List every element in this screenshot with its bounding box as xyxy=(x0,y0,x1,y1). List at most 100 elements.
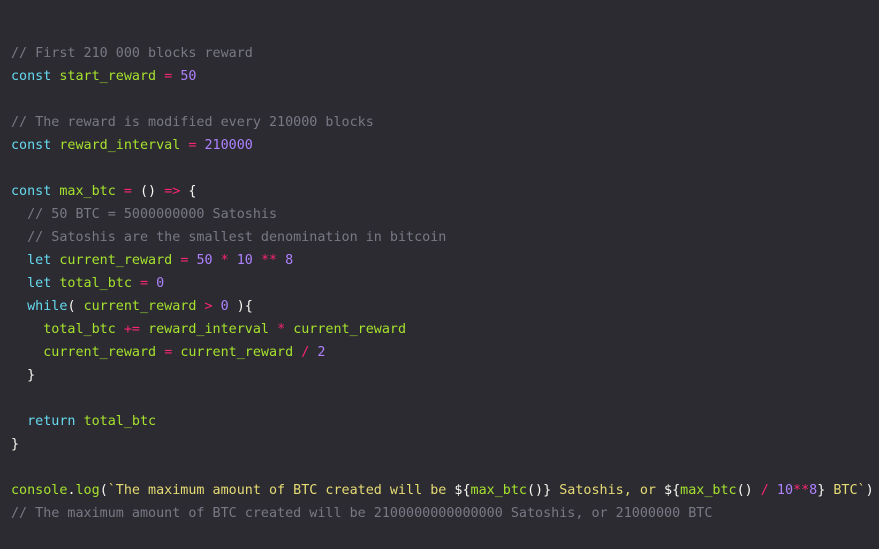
code-operator: += xyxy=(123,322,140,337)
code-identifier: current_reward xyxy=(83,299,197,314)
code-identifier: log xyxy=(75,483,100,498)
code-operator: ** xyxy=(793,483,810,498)
code-line: let current_reward = 50 * 10 ** 8 xyxy=(11,249,879,272)
code-string: BTC` xyxy=(825,483,866,498)
code-operator: = xyxy=(123,184,132,199)
code-operator: ** xyxy=(260,253,278,268)
code-identifier: total_btc xyxy=(83,414,157,429)
code-line: // First 210 000 blocks reward xyxy=(11,42,879,65)
code-number: 10 xyxy=(776,483,794,498)
code-line: } xyxy=(11,364,879,387)
code-punctuation: ${ xyxy=(664,483,681,498)
code-punctuation: () xyxy=(140,184,157,199)
code-line: // Satoshis are the smallest denominatio… xyxy=(11,226,879,249)
code-number: 50 xyxy=(196,253,213,268)
code-punctuation: } xyxy=(11,437,20,452)
code-punctuation: ){ xyxy=(236,299,253,314)
code-keyword: let xyxy=(27,276,52,291)
code-comment: // First 210 000 blocks reward xyxy=(11,46,253,61)
code-operator: * xyxy=(220,253,229,268)
code-identifier: current_reward xyxy=(59,253,173,268)
code-line: // The maximum amount of BTC created wil… xyxy=(11,502,879,525)
code-punctuation: ( xyxy=(67,299,76,314)
code-identifier: current_reward xyxy=(180,345,294,360)
code-keyword: let xyxy=(27,253,52,268)
code-identifier: total_btc xyxy=(59,276,132,291)
code-line: const reward_interval = 210000 xyxy=(11,134,879,157)
code-view: // First 210 000 blocks reward const star… xyxy=(0,0,879,549)
code-number: 2 xyxy=(317,345,326,360)
code-line: let total_btc = 0 xyxy=(11,272,879,295)
code-identifier: console xyxy=(11,483,68,498)
code-line: while( current_reward > 0 ){ xyxy=(11,295,879,318)
code-comment: // 50 BTC = 5000000000 Satoshis xyxy=(27,207,278,222)
code-keyword: const xyxy=(11,138,52,153)
code-comment: // Satoshis are the smallest denominatio… xyxy=(27,230,447,245)
code-identifier: current_reward xyxy=(293,322,407,337)
code-line: total_btc += reward_interval * current_r… xyxy=(11,318,879,341)
code-line: current_reward = current_reward / 2 xyxy=(11,341,879,364)
code-identifier: max_btc xyxy=(470,483,527,498)
code-identifier: start_reward xyxy=(59,69,157,84)
code-punctuation: . xyxy=(67,483,76,498)
code-punctuation: } xyxy=(27,368,36,383)
code-number: 210000 xyxy=(204,138,253,153)
code-punctuation: { xyxy=(188,184,197,199)
code-number: 8 xyxy=(285,253,294,268)
code-punctuation: ()} xyxy=(526,483,552,498)
code-number: 0 xyxy=(220,299,229,314)
code-operator: > xyxy=(204,299,213,314)
code-line: // The reward is modified every 210000 b… xyxy=(11,111,879,134)
code-line: const max_btc = () => { xyxy=(11,180,879,203)
code-identifier: max_btc xyxy=(59,184,116,199)
code-line: const start_reward = 50 xyxy=(11,65,879,88)
code-identifier: total_btc xyxy=(43,322,116,337)
code-punctuation: ) xyxy=(865,483,874,498)
code-keyword: return xyxy=(27,414,76,429)
code-string: Satoshis, or xyxy=(551,483,665,498)
code-keyword: const xyxy=(11,69,52,84)
code-number: 10 xyxy=(236,253,253,268)
code-comment: // The maximum amount of BTC created wil… xyxy=(11,506,713,521)
code-identifier: current_reward xyxy=(43,345,157,360)
code-punctuation: () xyxy=(736,483,753,498)
code-comment: // The reward is modified every 210000 b… xyxy=(11,115,374,130)
code-line: // 50 BTC = 5000000000 Satoshis xyxy=(11,203,879,226)
code-line: console.log(`The maximum amount of BTC c… xyxy=(11,479,879,502)
code-number: 0 xyxy=(156,276,165,291)
code-operator: / xyxy=(760,483,769,498)
